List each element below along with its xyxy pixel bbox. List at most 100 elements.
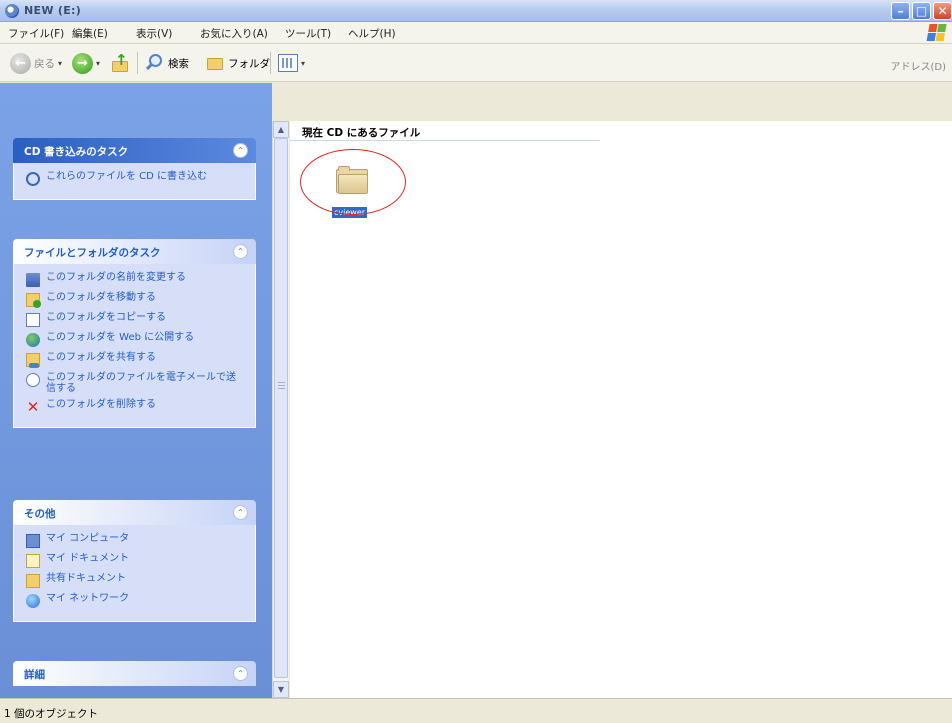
scroll-down-button[interactable]: ▼ — [273, 681, 289, 698]
other-places-group: その他 ⌃ マイ コンピュータ マイ ドキュメント 共有ドキュメント マイ ネッ… — [13, 500, 256, 622]
chevron-down-icon: ▾ — [96, 58, 101, 68]
globe-icon — [26, 333, 40, 347]
windows-logo-icon — [926, 24, 948, 42]
task-label: このフォルダをコピーする — [46, 312, 166, 323]
task-write-to-cd[interactable]: これらのファイルを CD に書き込む — [26, 171, 245, 186]
task-label: マイ コンピュータ — [46, 533, 130, 544]
file-folder-tasks-body: このフォルダの名前を変更する このフォルダを移動する このフォルダをコピーする … — [13, 264, 256, 428]
other-places-header[interactable]: その他 ⌃ — [13, 500, 256, 525]
menu-edit[interactable]: 編集(E) — [72, 26, 108, 41]
maximize-button[interactable]: □ — [912, 2, 931, 20]
toolbar-separator — [137, 52, 138, 74]
menu-file[interactable]: ファイル(F) — [8, 26, 64, 41]
expand-icon[interactable]: ⌃ — [233, 666, 248, 681]
chevron-down-icon: ▾ — [58, 58, 63, 68]
forward-arrow-icon: → — [72, 52, 93, 74]
back-arrow-icon: ← — [10, 52, 31, 74]
collapse-icon[interactable]: ⌃ — [233, 505, 248, 520]
maximize-icon: □ — [915, 4, 928, 18]
task-pane: CD 書き込みのタスク ⌃ これらのファイルを CD に書き込む ファイルとフォ… — [0, 83, 272, 698]
other-places-title: その他 — [24, 508, 56, 520]
menu-bar: ファイル(F) 編集(E) 表示(V) お気に入り(A) ツール(T) ヘルプ(… — [0, 22, 952, 44]
scroll-thumb[interactable] — [274, 138, 288, 678]
link-my-computer[interactable]: マイ コンピュータ — [26, 533, 245, 548]
folder-icon — [205, 54, 225, 72]
menu-favorites[interactable]: お気に入り(A) — [200, 26, 268, 41]
search-label: 検索 — [168, 57, 189, 70]
file-group-header: 現在 CD にあるファイル — [290, 121, 600, 141]
task-label: 共有ドキュメント — [46, 573, 126, 584]
menu-view[interactable]: 表示(V) — [136, 26, 172, 41]
search-button[interactable]: 検索 — [145, 52, 189, 74]
task-delete-folder[interactable]: ✕ このフォルダを削除する — [26, 398, 245, 416]
collapse-icon[interactable]: ⌃ — [233, 244, 248, 259]
shared-documents-icon — [26, 574, 40, 588]
details-group: 詳細 ⌃ — [13, 661, 256, 686]
chevron-down-icon: ▾ — [301, 58, 306, 68]
move-folder-icon — [26, 293, 41, 308]
task-share-folder[interactable]: このフォルダを共有する — [26, 352, 245, 368]
views-button[interactable]: ▾ — [278, 52, 305, 74]
task-label: このフォルダを移動する — [46, 292, 156, 303]
link-my-documents[interactable]: マイ ドキュメント — [26, 553, 245, 568]
cd-tasks-header[interactable]: CD 書き込みのタスク ⌃ — [13, 138, 256, 163]
toolbar: ← 戻る ▾ → ▾ ↑ 検索 フォルダ ▾ アドレス(D) — [0, 44, 952, 82]
copy-icon — [26, 313, 40, 327]
email-icon — [26, 373, 40, 387]
status-bar: 1 個のオブジェクト — [0, 698, 952, 723]
status-text: 1 個のオブジェクト — [4, 708, 99, 720]
task-label: このフォルダの名前を変更する — [46, 272, 186, 283]
window-title: NEW (E:) — [24, 4, 82, 17]
close-icon: ✕ — [937, 4, 948, 18]
back-label: 戻る — [34, 57, 55, 70]
link-shared-documents[interactable]: 共有ドキュメント — [26, 573, 245, 588]
search-icon — [145, 53, 165, 73]
views-icon — [278, 54, 298, 72]
task-publish-web[interactable]: このフォルダを Web に公開する — [26, 332, 245, 347]
delete-icon: ✕ — [26, 398, 40, 416]
task-label: このフォルダを共有する — [46, 352, 156, 363]
documents-icon — [26, 554, 40, 568]
toolbar-separator — [270, 52, 271, 74]
menu-help[interactable]: ヘルプ(H) — [348, 26, 396, 41]
details-header[interactable]: 詳細 ⌃ — [13, 661, 256, 686]
up-folder-button[interactable]: ↑ — [110, 51, 130, 74]
cd-write-icon — [26, 172, 40, 186]
task-label: マイ ネットワーク — [46, 593, 130, 604]
task-label: このフォルダを削除する — [46, 399, 156, 410]
file-group-title: 現在 CD にあるファイル — [302, 127, 421, 139]
shared-folder-icon — [26, 353, 40, 368]
minimize-button[interactable]: – — [891, 2, 910, 20]
file-folder-tasks-title: ファイルとフォルダのタスク — [24, 247, 161, 259]
back-button[interactable]: ← 戻る ▾ — [10, 52, 62, 74]
close-button[interactable]: ✕ — [933, 2, 952, 20]
cd-tasks-title: CD 書き込みのタスク — [24, 146, 129, 158]
file-folder-tasks-header[interactable]: ファイルとフォルダのタスク ⌃ — [13, 239, 256, 264]
task-label: このフォルダを Web に公開する — [46, 332, 195, 343]
task-email-files[interactable]: このフォルダのファイルを電子メールで送信する — [26, 372, 245, 394]
forward-button[interactable]: → ▾ — [72, 52, 100, 74]
window-controls: – □ ✕ — [891, 2, 952, 20]
task-pane-scrollbar[interactable]: ▲ ▼ — [272, 121, 289, 698]
details-title: 詳細 — [24, 669, 45, 681]
menu-tools[interactable]: ツール(T) — [285, 26, 331, 41]
task-label: このフォルダのファイルを電子メールで送信する — [46, 372, 236, 394]
folders-button[interactable]: フォルダ — [205, 52, 270, 74]
task-move-folder[interactable]: このフォルダを移動する — [26, 292, 245, 308]
cd-drive-icon — [5, 4, 19, 18]
task-copy-folder[interactable]: このフォルダをコピーする — [26, 312, 245, 327]
up-folder-icon: ↑ — [110, 51, 130, 73]
file-view[interactable]: 現在 CD にあるファイル cviewer — [290, 121, 952, 698]
collapse-icon[interactable]: ⌃ — [233, 143, 248, 158]
folders-label: フォルダ — [228, 57, 270, 70]
title-bar: NEW (E:) – □ ✕ — [0, 0, 952, 22]
highlight-circle — [300, 149, 406, 215]
task-rename-folder[interactable]: このフォルダの名前を変更する — [26, 272, 245, 287]
network-icon — [26, 594, 40, 608]
scroll-up-button[interactable]: ▲ — [273, 121, 289, 138]
link-my-network[interactable]: マイ ネットワーク — [26, 593, 245, 608]
minimize-icon: – — [897, 4, 904, 18]
file-folder-tasks-group: ファイルとフォルダのタスク ⌃ このフォルダの名前を変更する このフォルダを移動… — [13, 239, 256, 428]
cd-tasks-body: これらのファイルを CD に書き込む — [13, 163, 256, 200]
task-label: これらのファイルを CD に書き込む — [46, 171, 208, 182]
